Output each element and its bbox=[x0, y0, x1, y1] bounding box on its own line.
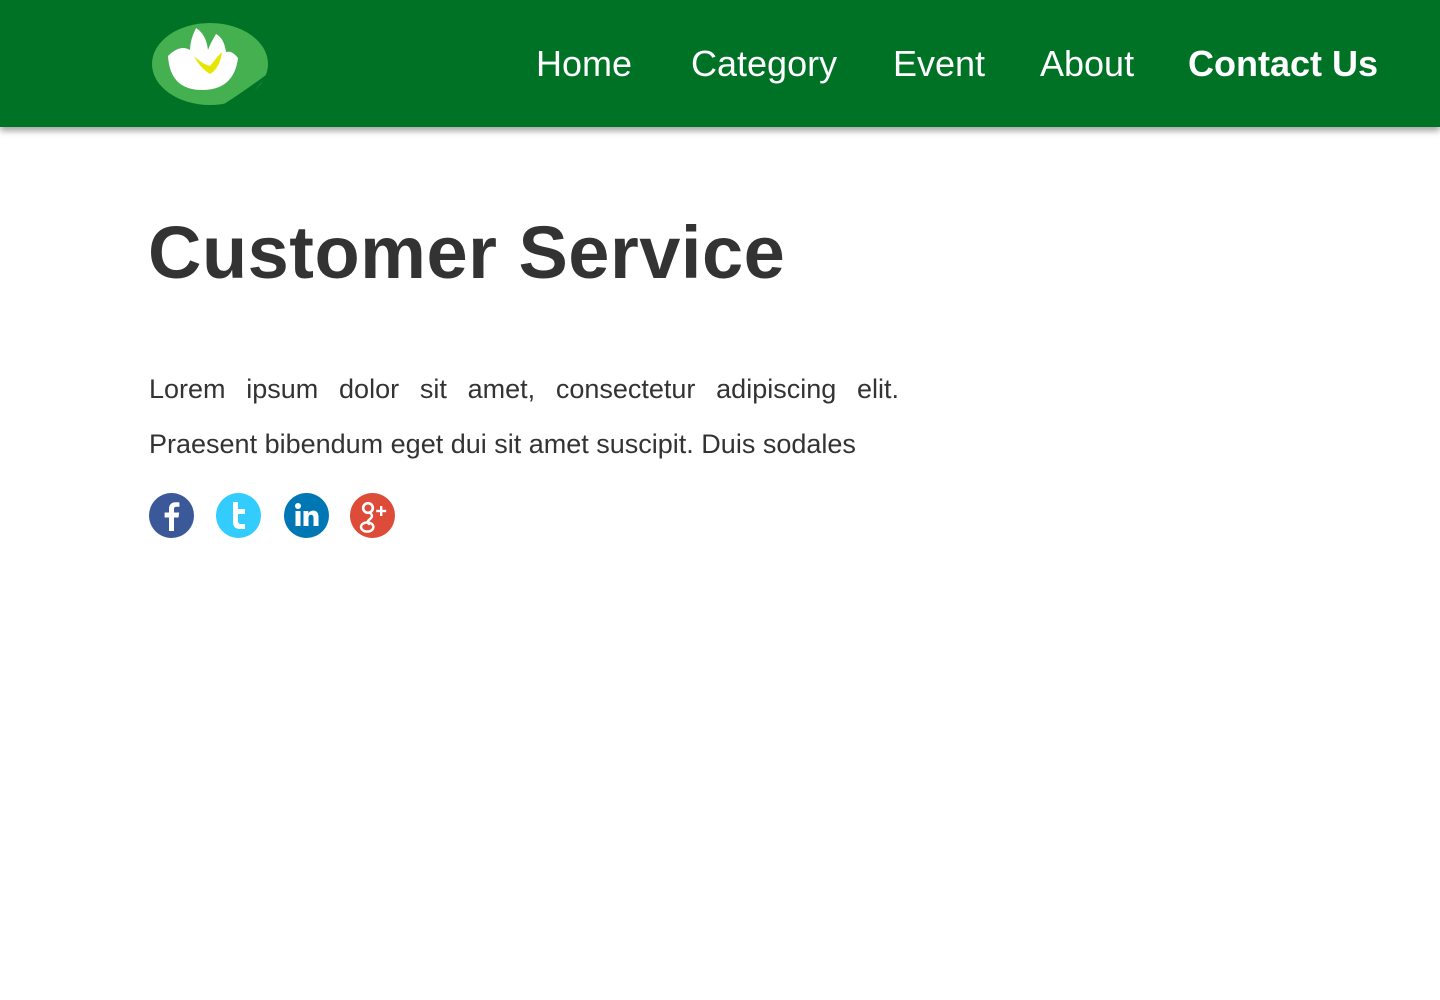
google-plus-link[interactable] bbox=[350, 493, 395, 538]
facebook-icon bbox=[149, 493, 194, 538]
twitter-icon bbox=[216, 493, 261, 538]
google-plus-icon bbox=[350, 493, 395, 538]
twitter-link[interactable] bbox=[216, 493, 261, 538]
linkedin-icon bbox=[284, 493, 329, 538]
nav-link-event[interactable]: Event bbox=[893, 0, 985, 127]
nav-link-contact-us[interactable]: Contact Us bbox=[1188, 0, 1378, 127]
nav-link-home[interactable]: Home bbox=[536, 0, 632, 127]
nav-link-about[interactable]: About bbox=[1040, 0, 1134, 127]
page-title: Customer Service bbox=[148, 211, 786, 294]
site-header: Home Category Event About Contact Us bbox=[0, 0, 1440, 127]
facebook-link[interactable] bbox=[149, 493, 194, 538]
intro-paragraph: Lorem ipsum dolor sit amet, consectetur … bbox=[149, 374, 899, 459]
nav-link-category[interactable]: Category bbox=[691, 0, 837, 127]
main-nav: Home Category Event About Contact Us bbox=[0, 0, 1440, 127]
linkedin-link[interactable] bbox=[284, 493, 329, 538]
